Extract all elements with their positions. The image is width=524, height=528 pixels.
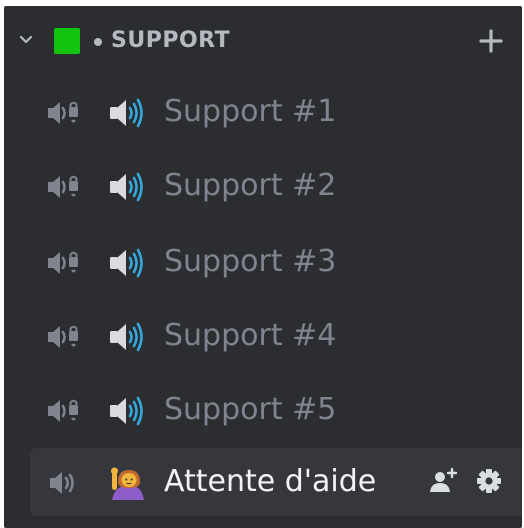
locked-voice-icon [48,325,78,348]
speaker-high-volume-emoji [110,172,143,202]
locked-voice-icon [48,175,78,198]
voice-channel-support-1[interactable]: Support #1 [30,78,522,146]
voice-channel-support-3[interactable]: Support #3 [30,228,522,296]
channel-list: SUPPORT Support #1 Support #2 Support #3… [4,6,522,528]
channel-actions [428,466,504,496]
plus-icon[interactable] [476,26,506,56]
channel-label: Support #2 [164,168,337,203]
category-color-square [54,28,80,54]
locked-voice-icon [48,101,78,124]
locked-voice-icon [48,251,78,274]
category-dot [94,38,102,46]
channel-label: Support #4 [164,318,337,353]
voice-channel-support-2[interactable]: Support #2 [30,152,522,220]
channel-label: Support #3 [164,244,337,279]
category-title[interactable]: SUPPORT [111,26,230,56]
voice-channel-support-4[interactable]: Support #4 [30,302,522,370]
speaker-high-volume-emoji [110,98,143,128]
chevron-down-icon[interactable] [18,32,34,48]
person-raising-hand-emoji [111,467,144,500]
category-header[interactable]: SUPPORT [4,18,522,62]
locked-voice-icon [48,399,78,422]
channel-label: Support #5 [164,392,337,427]
voice-channel-attente-aide[interactable]: Attente d'aide [30,448,522,516]
voice-channel-support-5[interactable]: Support #5 [30,376,522,444]
speaker-icon [50,472,74,494]
speaker-high-volume-emoji [110,248,143,278]
gear-icon[interactable] [474,466,504,496]
speaker-high-volume-emoji [110,322,143,352]
speaker-high-volume-emoji [110,396,143,426]
channel-label: Support #1 [164,94,337,129]
invite-icon[interactable] [428,466,458,496]
channel-label: Attente d'aide [164,464,377,499]
